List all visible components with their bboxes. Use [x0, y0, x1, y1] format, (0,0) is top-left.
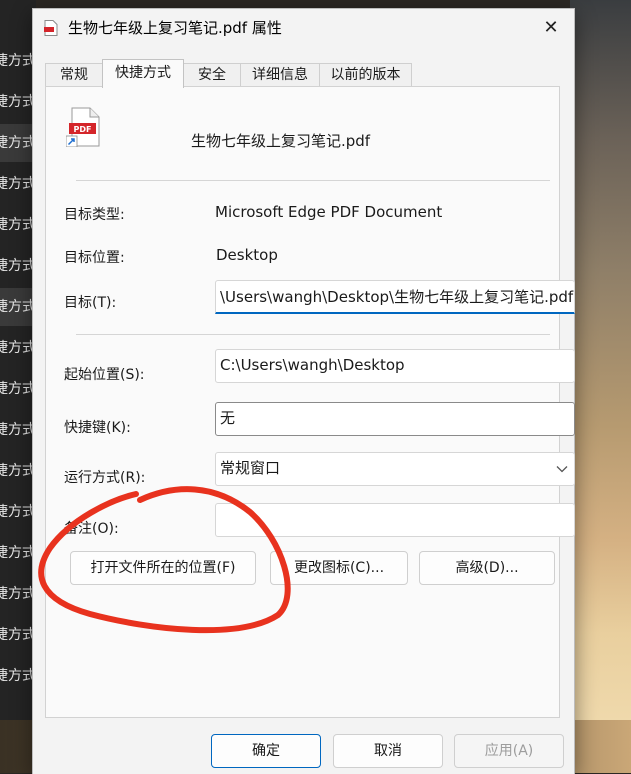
tab-shortcut[interactable]: 快捷方式	[102, 59, 184, 88]
background-list-item: 捷方式	[0, 53, 36, 69]
target-label: 目标(T):	[64, 295, 117, 311]
document-icon	[44, 20, 58, 36]
background-list-item: 捷方式	[0, 258, 36, 274]
close-button[interactable]: ✕	[528, 9, 574, 47]
hotkey-input[interactable]: 无	[215, 402, 575, 436]
shortcut-tab-panel: PDF 生物七年级上复习笔记.pdf 目标类型: Microsoft Edge …	[45, 86, 575, 718]
separator	[76, 180, 550, 181]
advanced-button[interactable]: 高级(D)...	[419, 551, 555, 585]
properties-dialog: 生物七年级上复习笔记.pdf 属性 ✕ 常规 快捷方式 安全 详细信息 以前的版…	[32, 8, 575, 774]
background-list-item: 捷方式	[0, 463, 36, 479]
file-name: 生物七年级上复习笔记.pdf	[191, 132, 371, 150]
hotkey-label: 快捷键(K):	[64, 420, 131, 436]
run-label: 运行方式(R):	[64, 470, 146, 486]
background-list-item: 捷方式	[0, 668, 36, 684]
background-list-item: 捷方式	[0, 504, 36, 520]
background-list-item: 捷方式	[0, 176, 36, 192]
background-list-item: 捷方式	[0, 422, 36, 438]
window-title: 生物七年级上复习笔记.pdf 属性	[68, 19, 282, 37]
ok-button[interactable]: 确定	[211, 734, 321, 768]
run-select-value: 常规窗口	[220, 459, 281, 477]
chevron-down-icon	[556, 466, 568, 473]
comment-label: 备注(O):	[64, 521, 119, 537]
background-list-item: 捷方式	[0, 217, 36, 233]
start-in-label: 起始位置(S):	[64, 367, 145, 383]
background-list-item: 捷方式	[0, 545, 36, 561]
cancel-button[interactable]: 取消	[333, 734, 443, 768]
change-icon-button[interactable]: 更改图标(C)...	[270, 551, 408, 585]
target-input[interactable]: \Users\wangh\Desktop\生物七年级上复习笔记.pdf	[215, 280, 575, 314]
background-list-item: 捷方式	[0, 586, 36, 602]
background-list-item: 捷方式	[0, 94, 36, 110]
background-list-item: 捷方式	[0, 340, 36, 356]
background-list-panel: 捷方式 捷方式 捷方式 捷方式 捷方式 捷方式 捷方式 捷方式 捷方式 捷方式 捷方式 捷方式 捷方式捷…	[0, 0, 36, 773]
tab-strip: 常规 快捷方式 安全 详细信息 以前的版本	[33, 59, 574, 88]
background-list-item: 捷方式	[0, 381, 36, 397]
desktop-wallpaper	[570, 0, 631, 773]
start-in-input[interactable]: C:\Users\wangh\Desktop	[215, 349, 575, 383]
comment-input[interactable]	[215, 503, 575, 537]
tab-previous-versions[interactable]: 以前的版本	[319, 63, 412, 86]
tab-security[interactable]: 安全	[183, 63, 241, 86]
open-file-location-button[interactable]: 打开文件所在的位置(F)	[70, 551, 256, 585]
background-list-item: 捷方式	[0, 627, 36, 643]
target-type-label: 目标类型:	[64, 207, 125, 223]
background-list-item: 捷方式	[0, 124, 36, 162]
target-type-value: Microsoft Edge PDF Document	[215, 203, 443, 221]
title-bar: 生物七年级上复习笔记.pdf 属性 ✕	[33, 9, 574, 47]
apply-button[interactable]: 应用(A)	[454, 734, 564, 768]
separator	[76, 334, 550, 335]
pdf-icon-label: PDF	[74, 125, 92, 134]
pdf-shortcut-icon: PDF	[66, 107, 100, 147]
tab-general[interactable]: 常规	[45, 63, 103, 86]
background-list-item: 捷方式	[0, 288, 36, 326]
target-location-value: Desktop	[216, 246, 278, 264]
run-select[interactable]: 常规窗口	[215, 452, 575, 486]
target-location-label: 目标位置:	[64, 250, 125, 266]
tab-details[interactable]: 详细信息	[240, 63, 320, 86]
